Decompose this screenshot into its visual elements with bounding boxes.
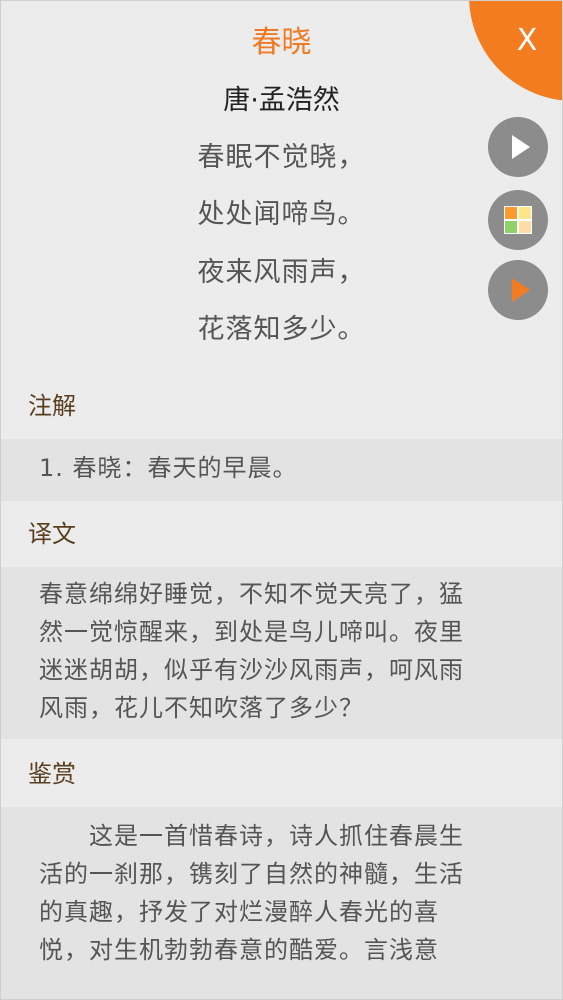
translation-line: 春意绵绵好睡觉，不知不觉天亮了，猛: [39, 580, 464, 608]
translation-line: 迷迷胡胡，似乎有沙沙风雨声，呵风雨: [39, 656, 464, 684]
play-orange-icon: [512, 278, 530, 302]
translation-line: 风雨，花儿不知吹落了多少？: [39, 694, 364, 722]
poem-panel: 春晓 唐·孟浩然 春眠不觉晓， 处处闻啼鸟。 夜来风雨声， 花落知多少。: [1, 1, 562, 369]
translation-line: 然一觉惊醒来，到处是鸟儿啼叫。夜里: [39, 618, 464, 646]
appreciation-line: 悦，对生机勃勃春意的酷爱。言浅意: [39, 936, 439, 964]
play-video-button[interactable]: [488, 260, 548, 320]
appreciation-body: 这是一首惜春诗，诗人抓住春晨生 活的一刹那，镌刻了自然的神髓，生活 的真趣，抒发…: [1, 807, 562, 999]
layout-button[interactable]: [488, 190, 548, 250]
appreciation-heading: 鉴赏: [28, 760, 76, 788]
note-item: 1. 春晓：春天的早晨。: [39, 454, 298, 482]
poem-line: 春眠不觉晓，: [197, 142, 366, 173]
notes-body: 1. 春晓：春天的早晨。: [1, 439, 562, 501]
poem-line: 花落知多少。: [197, 314, 366, 345]
poem-viewer: 春晓 唐·孟浩然 春眠不觉晓， 处处闻啼鸟。 夜来风雨声， 花落知多少。 X 注…: [0, 0, 563, 1000]
appreciation-line: 的真趣，抒发了对烂漫醉人春光的喜: [39, 898, 439, 926]
poem-line: 处处闻啼鸟。: [197, 199, 366, 230]
translation-body: 春意绵绵好睡觉，不知不觉天亮了，猛 然一觉惊醒来，到处是鸟儿啼叫。夜里 迷迷胡胡…: [1, 567, 562, 739]
poem-line: 夜来风雨声，: [197, 257, 366, 288]
appreciation-line: 这是一首惜春诗，诗人抓住春晨生: [39, 822, 464, 850]
notes-header: 注解: [1, 369, 562, 439]
poem-author: 唐·孟浩然: [223, 85, 340, 116]
notes-heading: 注解: [28, 392, 76, 420]
appreciation-line: 活的一刹那，镌刻了自然的神髓，生活: [39, 860, 464, 888]
play-audio-button[interactable]: [488, 117, 548, 177]
translation-heading: 译文: [28, 520, 76, 548]
close-icon[interactable]: X: [507, 21, 547, 61]
play-icon: [512, 135, 530, 159]
appreciation-header: 鉴赏: [1, 739, 562, 809]
grid-icon: [504, 206, 532, 234]
translation-header: 译文: [1, 501, 562, 571]
